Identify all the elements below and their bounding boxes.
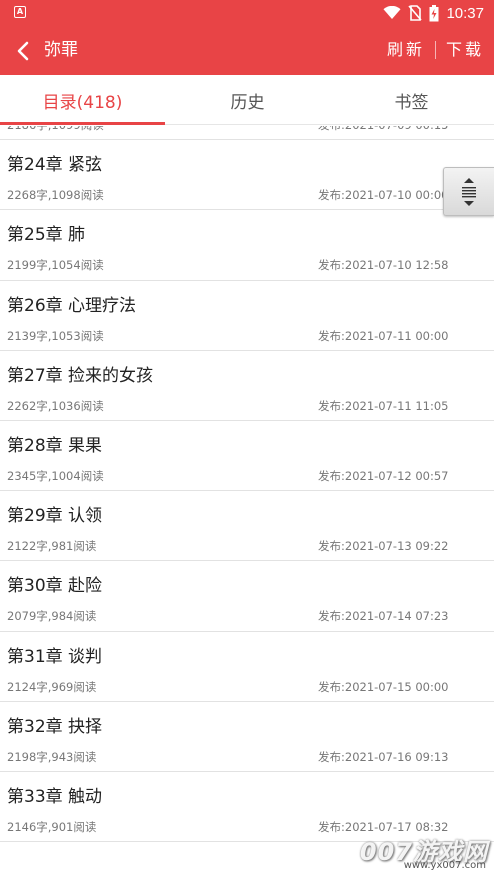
chapter-title: 第30章 赴险 bbox=[7, 576, 103, 597]
chapter-stats: 2268字,1098阅读 bbox=[7, 188, 104, 203]
chapter-title: 第27章 捡来的女孩 bbox=[7, 365, 154, 386]
no-sim-icon bbox=[408, 5, 423, 21]
chapter-publish-date: 发布:2021-07-10 00:00 bbox=[318, 188, 449, 203]
chapter-publish-date: 发布:2021-07-10 12:58 bbox=[318, 258, 449, 273]
chapter-title: 第33章 触动 bbox=[7, 786, 103, 807]
chapter-publish-date: 发布:2021-07-14 07:23 bbox=[318, 609, 449, 624]
chapter-row[interactable]: 第24章 紧弦 2268字,1098阅读 发布:2021-07-10 00:00 bbox=[0, 140, 494, 211]
chapter-row[interactable]: 第27章 捡来的女孩 2262字,1036阅读 发布:2021-07-11 11:0… bbox=[0, 351, 494, 421]
chapter-stats: 2199字,1054阅读 bbox=[7, 258, 104, 273]
clock: 10:37 bbox=[446, 4, 484, 22]
watermark-url: www.yx007.com bbox=[403, 860, 486, 871]
chapter-stats: 2139字,1053阅读 bbox=[7, 328, 104, 343]
chapter-list-content: 第23章 梦魇2186字,1099阅读发布:2021-07-09 00:15第2… bbox=[0, 126, 494, 843]
fast-scroll-handle[interactable] bbox=[443, 167, 494, 216]
download-button[interactable]: 下载 bbox=[446, 39, 484, 61]
battery-charging-icon bbox=[429, 4, 439, 21]
wifi-icon bbox=[383, 6, 401, 19]
chapter-stats: 2262字,1036阅读 bbox=[7, 398, 104, 413]
tab-history[interactable]: 历史 bbox=[165, 75, 330, 125]
chapter-title: 第24章 紧弦 bbox=[7, 155, 103, 176]
chapter-stats: 2122字,981阅读 bbox=[7, 539, 97, 554]
chapter-publish-date: 发布:2021-07-13 09:22 bbox=[318, 539, 449, 554]
chapter-row[interactable]: 第30章 赴险 2079字,984阅读 发布:2021-07-14 07:23 bbox=[0, 561, 494, 632]
chapter-publish-date: 发布:2021-07-16 09:13 bbox=[318, 749, 449, 764]
chapter-list[interactable]: 第23章 梦魇2186字,1099阅读发布:2021-07-09 00:15第2… bbox=[0, 126, 494, 878]
tab-bookmarks[interactable]: 书签 bbox=[329, 75, 494, 125]
chapter-title: 第26章 心理疗法 bbox=[7, 295, 137, 316]
system-icons: 10:37 bbox=[383, 4, 484, 22]
chapter-stats: 2186字,1099阅读 bbox=[7, 126, 104, 132]
chapter-stats: 2124字,969阅读 bbox=[7, 679, 97, 694]
chapter-stats: 2198字,943阅读 bbox=[7, 749, 97, 764]
site-watermark: 007游戏网 www.yx007.com bbox=[338, 832, 488, 874]
chapter-publish-date: 发布:2021-07-12 00:57 bbox=[318, 468, 449, 483]
chapter-title: 第31章 谈判 bbox=[7, 646, 103, 667]
tab-bar: 目录(418) 历史 书签 bbox=[0, 75, 494, 125]
chapter-row[interactable]: 第31章 谈判 2124字,969阅读 发布:2021-07-15 00:00 bbox=[0, 632, 494, 702]
chapter-publish-date: 发布:2021-07-09 00:15 bbox=[318, 126, 449, 132]
chapter-title: 第32章 抉择 bbox=[7, 716, 103, 737]
tab-catalog[interactable]: 目录(418) bbox=[0, 75, 165, 125]
app-bar: 弥罪 刷新 下载 bbox=[0, 27, 494, 75]
chapter-row[interactable]: 第25章 肺 2199字,1054阅读 发布:2021-07-10 12:58 bbox=[0, 210, 494, 281]
chapter-title: 第28章 果果 bbox=[7, 435, 103, 456]
chapter-stats: 2345字,1004阅读 bbox=[7, 468, 104, 483]
chapter-publish-date: 发布:2021-07-11 11:05 bbox=[318, 398, 449, 413]
scroll-up-down-icon bbox=[462, 177, 476, 206]
chapter-stats: 2079字,984阅读 bbox=[7, 609, 97, 624]
book-title: 弥罪 bbox=[44, 40, 78, 60]
chapter-row[interactable]: 第26章 心理疗法 2139字,1053阅读 发布:2021-07-11 00:00 bbox=[0, 281, 494, 351]
chapter-stats: 2146字,901阅读 bbox=[7, 819, 97, 834]
status-bar: A 10:37 bbox=[0, 0, 494, 27]
divider bbox=[434, 41, 436, 59]
refresh-button[interactable]: 刷新 bbox=[387, 39, 425, 61]
chapter-title: 第25章 肺 bbox=[7, 225, 86, 246]
chapter-row[interactable]: 第32章 抉择 2198字,943阅读 发布:2021-07-16 09:13 bbox=[0, 702, 494, 772]
chapter-row[interactable]: 第28章 果果 2345字,1004阅读 发布:2021-07-12 00:57 bbox=[0, 421, 494, 492]
app-notification-icon: A bbox=[14, 6, 26, 18]
chapter-row[interactable]: 第29章 认领 2122字,981阅读 发布:2021-07-13 09:22 bbox=[0, 491, 494, 562]
back-button[interactable] bbox=[10, 37, 36, 65]
tab-indicator bbox=[0, 122, 165, 125]
chapter-row[interactable]: 第23章 梦魇2186字,1099阅读发布:2021-07-09 00:15 bbox=[0, 126, 494, 141]
chevron-left-icon bbox=[17, 41, 29, 61]
app-bar-actions: 刷新 下载 bbox=[387, 39, 484, 61]
chapter-title: 第29章 认领 bbox=[7, 506, 103, 527]
chapter-publish-date: 发布:2021-07-11 00:00 bbox=[318, 328, 449, 343]
chapter-publish-date: 发布:2021-07-15 00:00 bbox=[318, 679, 449, 694]
